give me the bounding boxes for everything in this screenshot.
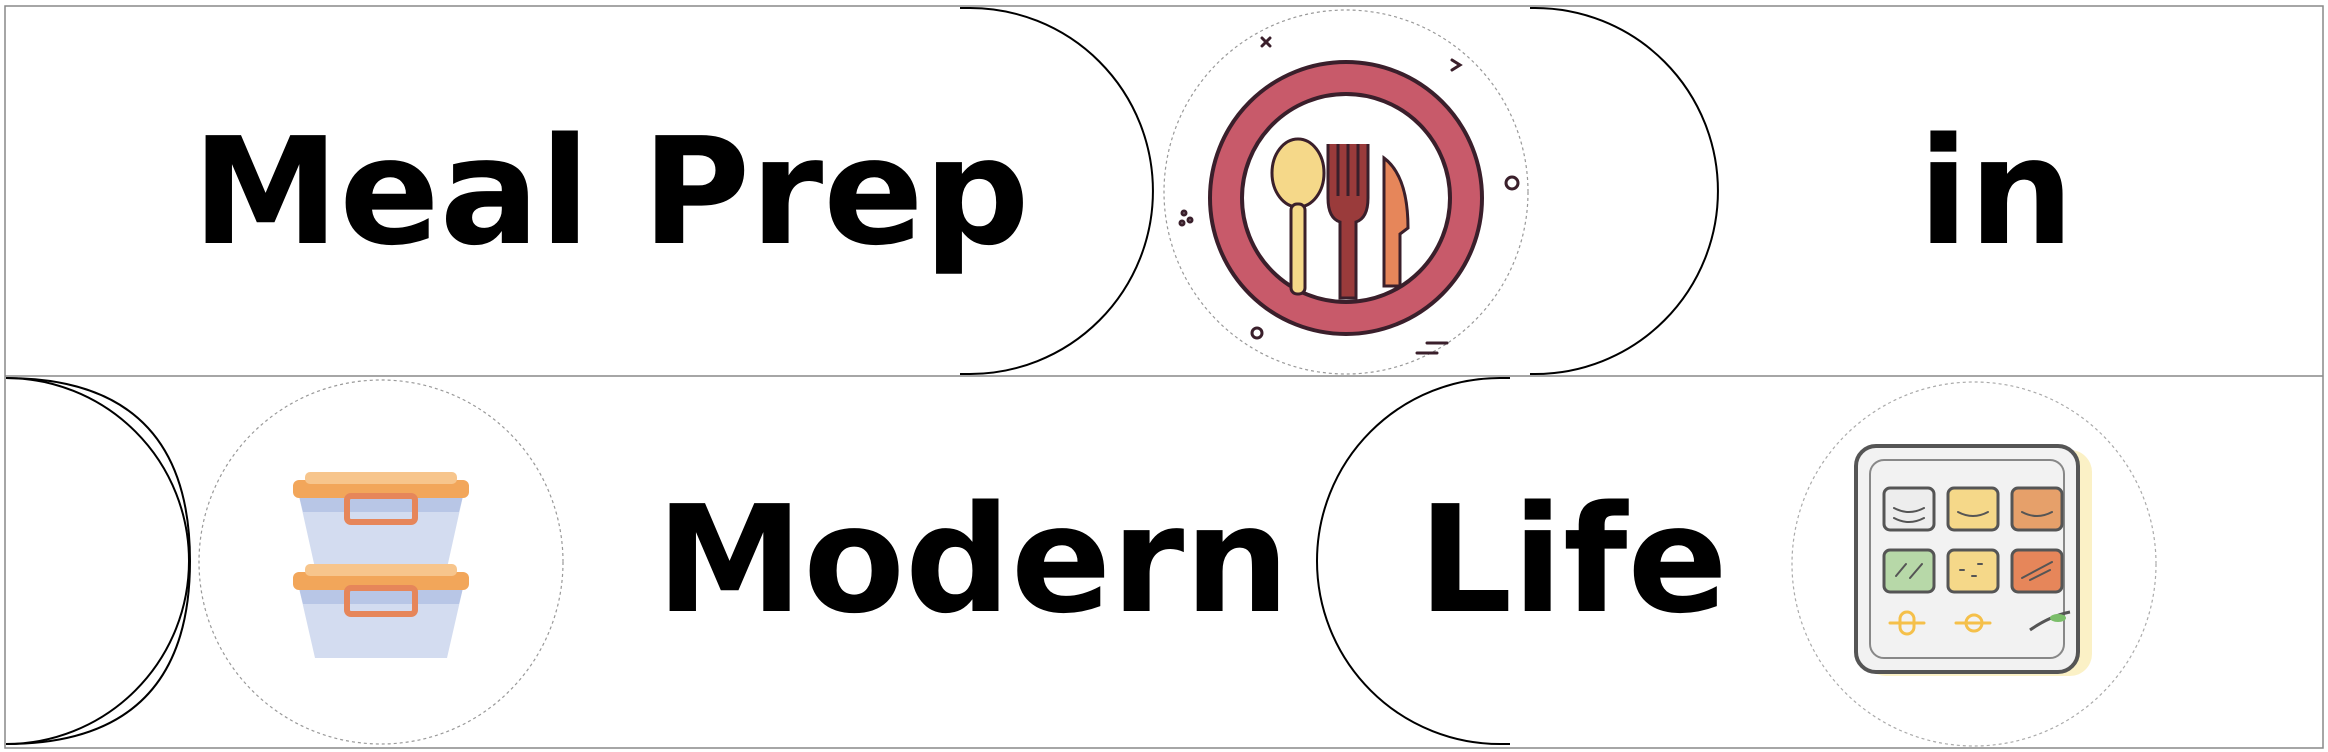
meal-prep-tray-icon [1790, 380, 2158, 748]
title-word-modern: Modern [656, 474, 1290, 646]
title-word-in: in [1918, 106, 2075, 278]
stacked-meal-containers-icon [197, 378, 565, 746]
title-word-meal-prep: Meal Prep [192, 106, 1030, 278]
plate-cutlery-icon [1162, 8, 1530, 376]
title-word-life: Life [1418, 474, 1728, 646]
